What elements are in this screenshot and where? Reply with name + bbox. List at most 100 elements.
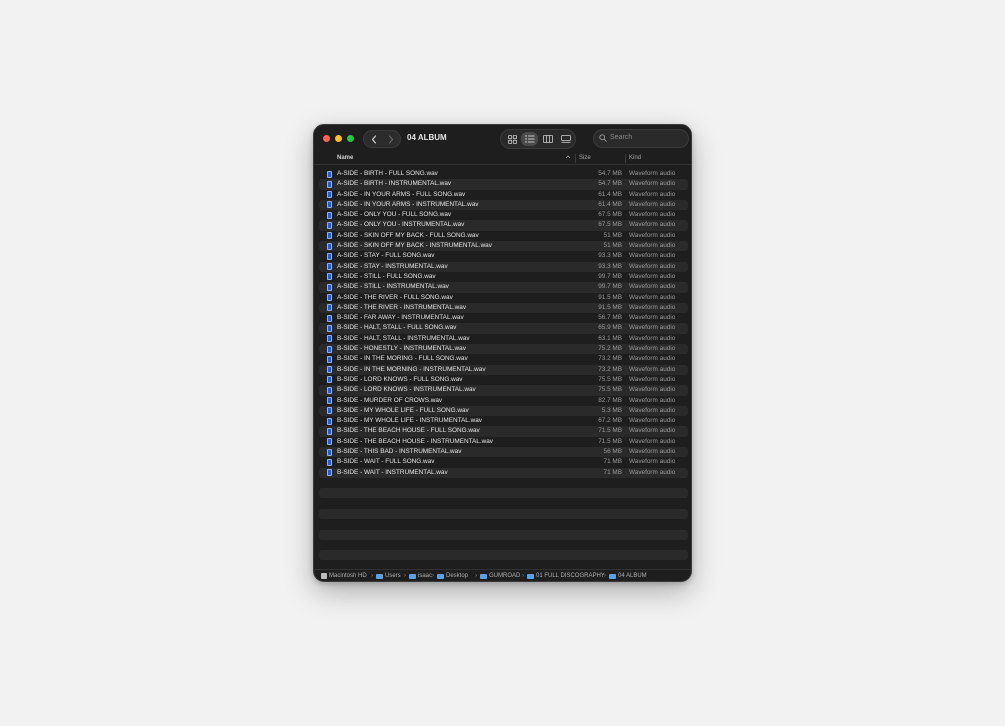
- file-kind: Waveform audio: [629, 468, 676, 476]
- path-separator-icon: ›: [432, 573, 434, 579]
- file-row[interactable]: A-SIDE - BIRTH - INSTRUMENTAL.wav 54.7 MB…: [319, 179, 688, 190]
- file-name: B-SIDE - THE BEACH HOUSE - INSTRUMENTAL.…: [337, 437, 493, 445]
- file-kind: Waveform audio: [629, 272, 676, 280]
- file-row[interactable]: B-SIDE - WAIT - FULL SONG.wav 71 MB Wavefo…: [319, 457, 688, 467]
- gallery-view-icon: [560, 135, 571, 143]
- file-name: B-SIDE - LORD KNOWS - INSTRUMENTAL.wav: [337, 386, 476, 394]
- file-row[interactable]: A-SIDE - ONLY YOU - FULL SONG.wav 67.5 MB…: [319, 210, 688, 220]
- file-name: A-SIDE - STAY - INSTRUMENTAL.wav: [337, 262, 448, 270]
- search-field[interactable]: Search: [593, 129, 689, 148]
- file-kind: Waveform audio: [629, 170, 676, 177]
- file-row[interactable]: B-SIDE - THE BEACH HOUSE - INSTRUMENTAL.…: [319, 437, 688, 447]
- file-name: B-SIDE - THE BEACH HOUSE - FULL SONG.wav: [337, 427, 480, 435]
- file-name: B-SIDE - IN THE MORING - FULL SONG.wav: [337, 355, 468, 363]
- file-kind: Waveform audio: [629, 427, 676, 435]
- file-name: B-SIDE - LORD KNOWS - FULL SONG.wav: [337, 375, 463, 383]
- file-row[interactable]: A-SIDE - ONLY YOU - INSTRUMENTAL.wav 67.5…: [319, 220, 688, 231]
- audio-file-icon: [327, 376, 332, 384]
- path-crumb[interactable]: Desktop: [437, 573, 468, 579]
- file-row[interactable]: B-SIDE - HALT, STALL - FULL SONG.wav 65.9…: [319, 323, 688, 334]
- file-kind: Waveform audio: [629, 406, 676, 414]
- file-row[interactable]: B-SIDE - LORD KNOWS - INSTRUMENTAL.wav 75…: [319, 385, 688, 396]
- list-view-button[interactable]: [521, 132, 538, 146]
- file-row[interactable]: A-SIDE - SKIN OFF MY BACK - INSTRUMENTAL…: [319, 241, 688, 252]
- file-size: 5.3 MB: [601, 406, 622, 414]
- file-kind: Waveform audio: [629, 314, 676, 322]
- file-row[interactable]: A-SIDE - STILL - INSTRUMENTAL.wav 99.7 MB…: [319, 282, 688, 293]
- column-view-button[interactable]: [539, 132, 556, 146]
- file-name: A-SIDE - STAY - FULL SONG.wav: [337, 252, 435, 260]
- audio-file-icon: [327, 211, 332, 219]
- file-row[interactable]: B-SIDE - HALT, STALL - INSTRUMENTAL.wav 6…: [319, 334, 688, 344]
- file-kind: Waveform audio: [629, 355, 676, 363]
- audio-file-icon: [327, 252, 332, 260]
- column-divider[interactable]: [575, 154, 576, 163]
- forward-button[interactable]: [382, 131, 400, 147]
- path-crumb-label: 01 FULL DISCOGRAPHY: [536, 573, 605, 579]
- audio-file-icon: [327, 345, 332, 353]
- kind-column-header[interactable]: Kind: [629, 155, 641, 161]
- column-divider[interactable]: [625, 154, 626, 163]
- path-crumb[interactable]: GUMROAD: [480, 573, 520, 579]
- finder-window: 04 ALBUM Search Name Size Kind A-SIDE - …: [313, 124, 692, 582]
- file-name: B-SIDE - HALT, STALL - INSTRUMENTAL.wav: [337, 334, 470, 342]
- file-row[interactable]: B-SIDE - MY WHOLE LIFE - FULL SONG.wav 5.…: [319, 405, 688, 417]
- chevron-left-icon: [371, 134, 377, 144]
- file-row[interactable]: A-SIDE - THE RIVER - FULL SONG.wav 91.5 M…: [319, 293, 688, 303]
- file-row[interactable]: B-SIDE - HONESTLY - INSTRUMENTAL.wav 75.2…: [319, 344, 688, 355]
- file-row[interactable]: B-SIDE - MY WHOLE LIFE - INSTRUMENTAL.wa…: [319, 416, 688, 426]
- column-view-icon: [542, 135, 553, 143]
- file-name: A-SIDE - BIRTH - FULL SONG.wav: [337, 170, 438, 177]
- file-row[interactable]: A-SIDE - STILL - FULL SONG.wav 99.7 MB Wav…: [319, 272, 688, 282]
- gallery-view-button[interactable]: [557, 132, 574, 146]
- audio-file-icon: [327, 469, 332, 477]
- path-separator-icon: ›: [475, 573, 477, 579]
- empty-row-stripe: [319, 529, 688, 540]
- file-name: A-SIDE - SKIN OFF MY BACK - FULL SONG.wa…: [337, 231, 479, 239]
- name-column-header[interactable]: Name: [337, 155, 353, 161]
- file-row[interactable]: B-SIDE - IN THE MORNING - INSTRUMENTAL.w…: [319, 364, 688, 375]
- file-row[interactable]: B-SIDE - WAIT - INSTRUMENTAL.wav 71 MB Wav…: [319, 467, 688, 478]
- file-row[interactable]: A-SIDE - BIRTH - FULL SONG.wav 54.7 MB Wav…: [319, 169, 688, 179]
- path-crumb[interactable]: Macintosh HD: [321, 573, 367, 579]
- folder-icon: [609, 573, 616, 579]
- zoom-window-button[interactable]: [347, 135, 354, 142]
- back-button[interactable]: [365, 131, 383, 147]
- file-size: 71.5 MB: [598, 437, 622, 445]
- path-crumb[interactable]: Users: [376, 573, 401, 579]
- file-row[interactable]: A-SIDE - THE RIVER - INSTRUMENTAL.wav 91.…: [319, 302, 688, 314]
- file-row[interactable]: A-SIDE - STAY - FULL SONG.wav 93.3 MB Wave…: [319, 251, 688, 261]
- file-row[interactable]: B-SIDE - THE BEACH HOUSE - FULL SONG.wav…: [319, 426, 688, 437]
- icon-view-button[interactable]: [504, 132, 521, 146]
- file-size: 67.5 MB: [598, 211, 622, 219]
- size-column-header[interactable]: Size: [579, 155, 591, 161]
- path-crumb-label: isaac: [418, 573, 433, 579]
- path-crumb[interactable]: 01 FULL DISCOGRAPHY: [527, 573, 605, 579]
- file-list: A-SIDE - BIRTH - FULL SONG.wav 54.7 MB Wav…: [319, 169, 688, 478]
- file-row[interactable]: A-SIDE - IN YOUR ARMS - FULL SONG.wav 61.…: [319, 190, 688, 200]
- minimize-window-button[interactable]: [335, 135, 342, 142]
- file-size: 93.3 MB: [598, 252, 622, 260]
- file-kind: Waveform audio: [629, 448, 676, 456]
- file-row[interactable]: A-SIDE - SKIN OFF MY BACK - FULL SONG.wa…: [319, 231, 688, 241]
- audio-file-icon: [327, 448, 332, 456]
- path-crumb[interactable]: 04 ALBUM: [609, 573, 647, 579]
- file-row[interactable]: B-SIDE - LORD KNOWS - FULL SONG.wav 75.5 …: [319, 375, 688, 385]
- file-row[interactable]: B-SIDE - THIS BAD - INSTRUMENTAL.wav 56 M…: [319, 447, 688, 458]
- file-row[interactable]: B-SIDE - FAR AWAY - INSTRUMENTAL.wav 56.7…: [319, 313, 688, 323]
- folder-icon: [437, 573, 444, 579]
- file-kind: Waveform audio: [629, 437, 676, 445]
- file-row[interactable]: A-SIDE - IN YOUR ARMS - INSTRUMENTAL.wav…: [319, 199, 688, 211]
- file-name: A-SIDE - ONLY YOU - FULL SONG.wav: [337, 211, 452, 219]
- file-size: 63.1 MB: [598, 334, 622, 342]
- file-name: B-SIDE - HONESTLY - INSTRUMENTAL.wav: [337, 345, 466, 353]
- file-name: B-SIDE - MY WHOLE LIFE - FULL SONG.wav: [337, 406, 469, 414]
- file-row[interactable]: A-SIDE - STAY - INSTRUMENTAL.wav 93.3 MB W…: [319, 261, 688, 272]
- file-name: A-SIDE - THE RIVER - INSTRUMENTAL.wav: [337, 303, 467, 311]
- file-name: B-SIDE - MURDER OF CROWS.wav: [337, 396, 443, 404]
- file-row[interactable]: B-SIDE - MURDER OF CROWS.wav 82.7 MB Wavef…: [319, 396, 688, 406]
- path-separator-icon: ›: [604, 573, 606, 579]
- path-crumb[interactable]: isaac: [409, 573, 432, 579]
- file-row[interactable]: B-SIDE - IN THE MORING - FULL SONG.wav 73…: [319, 354, 688, 364]
- close-window-button[interactable]: [323, 135, 330, 142]
